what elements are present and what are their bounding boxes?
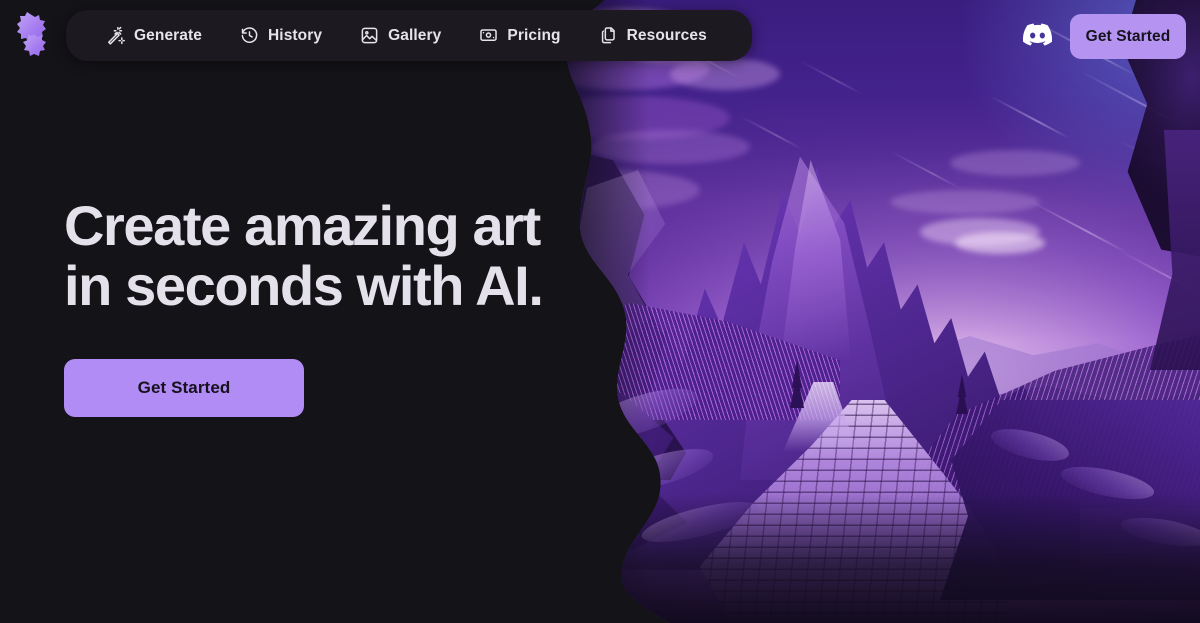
nav-get-started-button[interactable]: Get Started: [1070, 14, 1186, 59]
nav-item-pricing[interactable]: Pricing: [460, 10, 579, 61]
magic-wand-icon: [106, 26, 125, 45]
nav-item-resources[interactable]: Resources: [580, 10, 726, 61]
nav-item-generate-label: Generate: [134, 26, 202, 44]
documents-stack-icon: [599, 26, 618, 45]
nav-item-pricing-label: Pricing: [507, 26, 561, 44]
nav-item-generate[interactable]: Generate: [92, 10, 221, 61]
nav-item-history-label: History: [268, 26, 323, 44]
discord-logo-icon[interactable]: [1022, 23, 1053, 46]
brand-logo-icon[interactable]: [13, 12, 49, 56]
page-title: Create amazing art in seconds with AI.: [64, 194, 544, 317]
hero-artwork: [560, 0, 1200, 623]
nav-item-gallery[interactable]: Gallery: [341, 10, 460, 61]
top-navigation-bar: Generate History Gallery Pricing Resourc…: [0, 0, 1200, 72]
hero-artwork-image: [560, 0, 1200, 623]
headline-line-2: in seconds with AI.: [64, 254, 544, 317]
nav-item-resources-label: Resources: [626, 26, 707, 44]
nav-pill: Generate History Gallery Pricing Resourc…: [66, 10, 752, 61]
headline-line-1: Create amazing art: [64, 194, 541, 257]
hero-section: Create amazing art in seconds with AI. G…: [64, 194, 544, 417]
nav-item-history[interactable]: History: [221, 10, 341, 61]
image-photo-icon: [360, 26, 379, 45]
nav-item-gallery-label: Gallery: [388, 26, 442, 44]
hero-get-started-button[interactable]: Get Started: [64, 359, 304, 417]
banknote-money-icon: [479, 26, 498, 45]
clock-history-icon: [240, 26, 259, 45]
